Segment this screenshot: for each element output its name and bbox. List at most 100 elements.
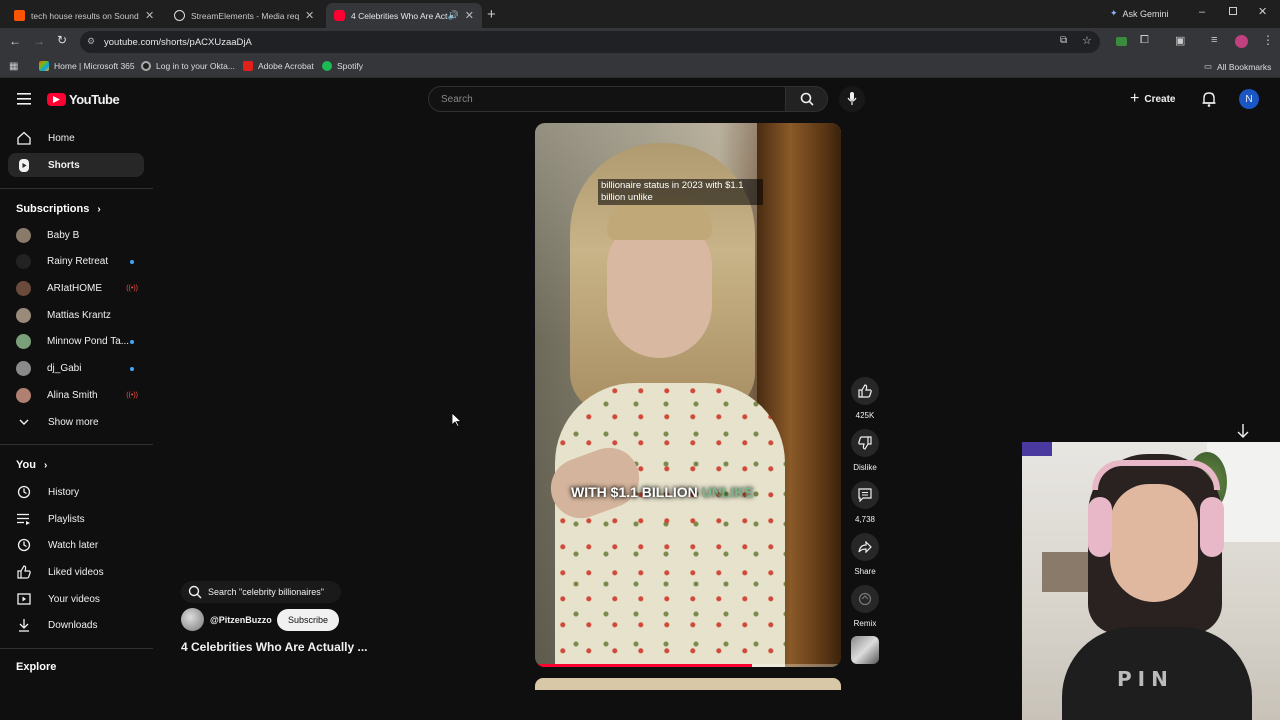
video-progress-bar[interactable] — [535, 664, 841, 667]
dislike-label: Dislike — [853, 463, 877, 472]
youtube-page: YouTube Search + Create N Home Shorts Su… — [0, 80, 1280, 720]
remix-label: Remix — [853, 619, 877, 628]
search-button[interactable] — [786, 86, 828, 112]
show-more-button[interactable]: Show more — [8, 410, 144, 434]
clock-icon — [16, 537, 32, 553]
sidebar-item-subscription[interactable]: Alina Smith ((•)) — [8, 383, 144, 407]
sidebar-item-downloads[interactable]: Downloads — [8, 613, 144, 637]
subscribe-button[interactable]: Subscribe — [277, 609, 339, 631]
all-bookmarks-folder[interactable]: ▭ All Bookmarks — [1204, 61, 1271, 72]
apps-grid-icon[interactable]: ▦ — [9, 61, 18, 72]
plus-icon: + — [1130, 90, 1140, 107]
channel-avatar — [16, 307, 31, 323]
sidebar-item-subscription[interactable]: Mattias Krantz — [8, 303, 144, 327]
audio-playing-icon[interactable]: 🔊 — [448, 10, 459, 21]
sidebar-item-subscription[interactable]: dj_Gabi — [8, 357, 144, 381]
microphone-icon — [847, 92, 857, 105]
notifications-bell-icon[interactable] — [1202, 91, 1216, 112]
address-bar[interactable]: ⚙ youtube.com/shorts/pACXUzaaDjA ⧉ ☆ — [80, 31, 1100, 53]
bookmark-okta[interactable]: Log in to your Okta... — [141, 61, 235, 71]
sidebar-item-subscription[interactable]: ARIatHOME ((•)) — [8, 276, 144, 300]
caption-overlay-top: billionaire status in 2023 with $1.1 bil… — [598, 179, 763, 205]
search-suggestion-chip[interactable]: Search "celebrity billionaires" — [181, 581, 341, 603]
subscription-name: dj_Gabi — [47, 363, 82, 374]
back-arrow-icon[interactable]: ← — [9, 34, 21, 48]
next-short-preview[interactable] — [535, 678, 841, 690]
comments-button[interactable] — [851, 481, 879, 509]
reload-icon[interactable]: ↻ — [57, 33, 67, 47]
mouse-cursor-icon — [451, 412, 463, 432]
microsoft-icon — [39, 61, 49, 71]
sidebar-item-subscription[interactable]: Rainy Retreat — [8, 250, 144, 274]
bookmark-spotify[interactable]: Spotify — [322, 61, 363, 71]
bookmark-star-icon[interactable]: ☆ — [1082, 34, 1092, 47]
channel-handle[interactable]: @PitzenBuzzo — [210, 615, 272, 625]
create-button[interactable]: + Create — [1130, 87, 1175, 111]
site-info-icon[interactable]: ⚙ — [87, 36, 95, 47]
bookmark-microsoft-365[interactable]: Home | Microsoft 365 — [39, 61, 135, 71]
extensions-puzzle-icon[interactable]: ⧠ — [1140, 34, 1149, 47]
search-icon — [800, 92, 814, 106]
subscription-name: Mattias Krantz — [47, 309, 111, 321]
short-title[interactable]: 4 Celebrities Who Are Actually ... — [181, 640, 368, 654]
profile-avatar-icon[interactable] — [1235, 35, 1248, 48]
sidebar-item-liked-videos[interactable]: Liked videos — [8, 560, 144, 584]
youtube-logo[interactable]: YouTube — [47, 92, 120, 107]
install-app-icon[interactable]: ⧉ — [1060, 35, 1067, 46]
remix-button[interactable] — [851, 585, 879, 613]
sidebar-item-watch-later[interactable]: Watch later — [8, 533, 144, 557]
adobe-icon — [243, 61, 253, 71]
audio-track-thumbnail[interactable] — [851, 636, 879, 664]
tab-soundcloud[interactable]: tech house results on SoundCl ✕ — [6, 3, 164, 28]
sidebar-item-shorts[interactable]: Shorts — [8, 153, 144, 177]
short-video-player[interactable]: billionaire status in 2023 with $1.1 bil… — [535, 123, 841, 667]
live-broadcast-icon: ((•)) — [126, 391, 138, 399]
restore-window-icon[interactable] — [1229, 7, 1237, 15]
extension-badge-icon[interactable] — [1116, 37, 1127, 46]
close-tab-icon[interactable]: ✕ — [465, 9, 474, 22]
home-icon — [16, 130, 32, 146]
guide-menu-icon[interactable] — [17, 92, 31, 110]
channel-avatar — [16, 254, 31, 270]
close-tab-icon[interactable]: ✕ — [305, 9, 314, 22]
bookmark-adobe-acrobat[interactable]: Adobe Acrobat — [243, 61, 314, 71]
sidebar-item-playlists[interactable]: Playlists — [8, 507, 144, 531]
next-short-arrow-icon[interactable] — [1236, 423, 1250, 444]
subscriptions-heading[interactable]: Subscriptions › — [16, 203, 101, 215]
you-heading[interactable]: You › — [16, 459, 47, 471]
subscription-name: Baby B — [47, 229, 80, 241]
close-tab-icon[interactable]: ✕ — [145, 9, 154, 22]
sidebar-item-subscription[interactable]: Minnow Pond Ta... — [8, 330, 144, 354]
search-input[interactable]: Search — [428, 86, 786, 112]
gemini-sparkle-icon: ✦ — [1110, 8, 1118, 18]
side-panel-icon[interactable]: ▣ — [1175, 34, 1185, 47]
close-window-icon[interactable]: ✕ — [1258, 5, 1267, 18]
shirt-print: PIN — [1117, 667, 1174, 691]
chrome-menu-icon[interactable]: ⋮ — [1262, 33, 1274, 47]
sidebar-item-subscription[interactable]: Baby B — [8, 223, 144, 247]
subscription-name: Rainy Retreat — [47, 256, 109, 268]
minimize-window-icon[interactable]: – — [1199, 6, 1205, 18]
sidebar-item-your-videos[interactable]: Your videos — [8, 587, 144, 611]
browser-tab-strip: tech house results on SoundCl ✕ StreamEl… — [0, 0, 1280, 28]
tab-youtube[interactable]: 4 Celebrities Who Are Actu 🔊 ✕ — [326, 3, 482, 28]
channel-avatar — [16, 280, 31, 296]
like-count: 425K — [855, 411, 875, 420]
share-button[interactable] — [851, 533, 879, 561]
account-avatar[interactable]: N — [1239, 89, 1259, 109]
tab-streamelements[interactable]: StreamElements - Media reque ✕ — [166, 3, 324, 28]
new-tab-icon[interactable]: + — [487, 6, 496, 23]
voice-search-button[interactable] — [839, 86, 865, 112]
video-progress-fill — [535, 664, 753, 667]
history-icon — [16, 484, 32, 500]
channel-avatar[interactable] — [181, 608, 204, 631]
sidebar-item-history[interactable]: History — [8, 480, 144, 504]
like-button[interactable] — [851, 377, 879, 405]
dislike-button[interactable] — [851, 429, 879, 457]
sidebar-divider — [0, 648, 153, 649]
ask-gemini-button[interactable]: ✦ Ask Gemini — [1110, 8, 1169, 19]
forward-arrow-icon[interactable]: → — [33, 34, 45, 48]
sidebar-item-home[interactable]: Home — [8, 126, 144, 150]
media-controls-icon[interactable]: ≡ — [1211, 34, 1217, 46]
url-text: youtube.com/shorts/pACXUzaaDjA — [104, 37, 252, 48]
